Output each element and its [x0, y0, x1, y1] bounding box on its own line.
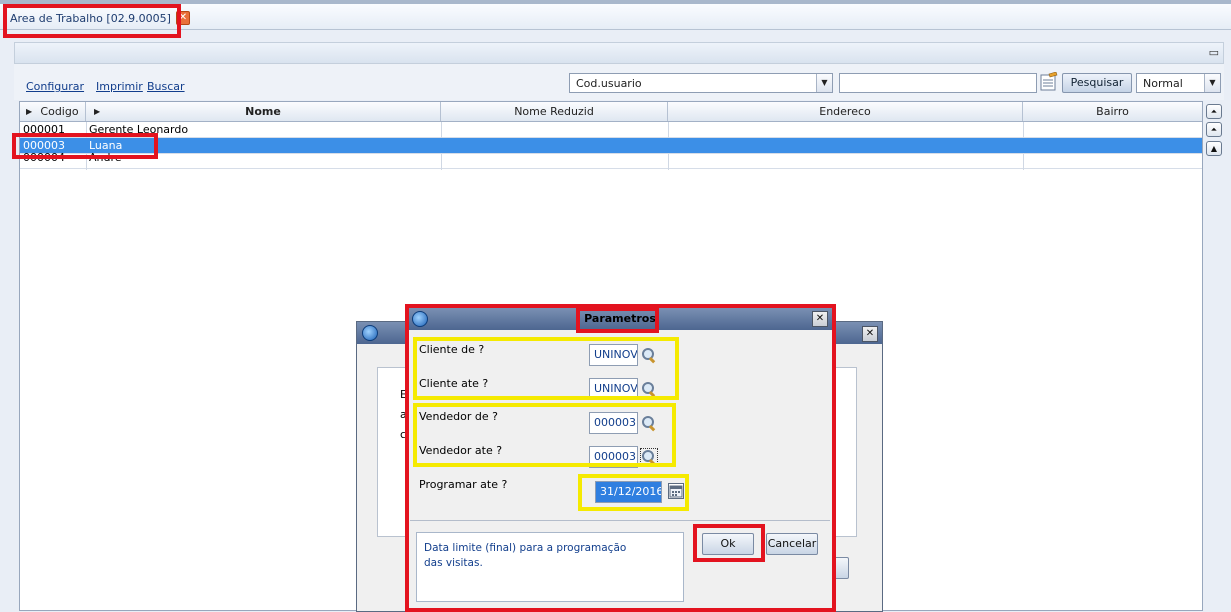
scroll-page-up-icon[interactable]: ⏶ [1206, 122, 1222, 137]
highlight-programar-field [578, 474, 689, 511]
pesquisar-button[interactable]: Pesquisar [1062, 73, 1132, 93]
close-icon[interactable]: ✕ [862, 326, 878, 342]
highlight-selected-row [12, 133, 158, 159]
configurar-link[interactable]: Configurar [26, 80, 84, 93]
table-row[interactable]: 000004 Andre [20, 151, 1202, 170]
scroll-top-icon[interactable]: ⏶ [1206, 104, 1222, 119]
column-header-bairro[interactable]: Bairro [1023, 102, 1202, 121]
highlight-ok-button [693, 524, 765, 562]
grid-header: ▶ Codigo ▶ Nome Nome Reduzid Endereco Bair… [20, 102, 1202, 122]
notes-icon[interactable] [1040, 71, 1058, 92]
minimize-icon[interactable]: ▭ [1209, 46, 1219, 59]
column-header-endereco[interactable]: Endereco [668, 102, 1023, 121]
search-input[interactable] [839, 73, 1037, 93]
imprimir-link[interactable]: Imprimir [96, 80, 143, 93]
highlight-workspace-tab [3, 4, 181, 38]
highlight-cliente-fields [413, 337, 679, 400]
column-header-codigo[interactable]: ▶ Codigo [20, 102, 86, 121]
column-header-nome[interactable]: ▶ Nome [86, 102, 441, 121]
buscar-link[interactable]: Buscar [147, 80, 185, 93]
view-mode-value: Normal [1143, 77, 1183, 90]
highlight-vendedor-fields [413, 403, 676, 467]
panel-header: ▭ [14, 42, 1224, 64]
view-mode-select[interactable]: Normal ▼ [1136, 73, 1221, 93]
app-icon [362, 325, 378, 341]
table-row-selected[interactable]: 000003 Luana [20, 138, 1202, 154]
search-field-select[interactable]: Cod.usuario ▼ [569, 73, 833, 93]
search-field-value: Cod.usuario [576, 77, 642, 90]
scroll-up-icon[interactable]: ▲ [1206, 141, 1222, 156]
chevron-down-icon[interactable]: ▼ [816, 74, 832, 92]
highlight-dialog-title [576, 307, 659, 333]
chevron-down-icon[interactable]: ▼ [1204, 74, 1220, 92]
table-row[interactable]: 000001 Gerente Leonardo [20, 122, 1202, 138]
column-header-nome-reduzid[interactable]: Nome Reduzid [441, 102, 668, 121]
